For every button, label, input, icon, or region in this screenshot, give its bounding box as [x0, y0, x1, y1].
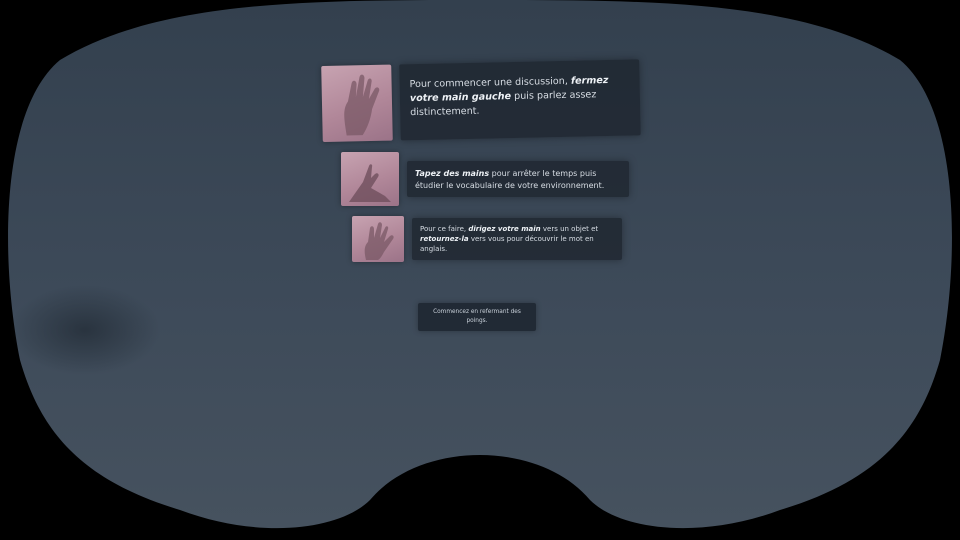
floor-shadow	[10, 285, 160, 375]
instruction-card-discover-word: Pour ce faire, dirigez votre main vers u…	[352, 216, 622, 262]
clapping-hands-icon	[341, 152, 399, 206]
instruction-emphasis: retournez-la	[420, 234, 469, 243]
instruction-emphasis: Tapez des mains	[415, 168, 490, 178]
start-button[interactable]: Commencez en refermant des poings.	[418, 303, 536, 331]
instruction-emphasis: dirigez votre main	[468, 224, 541, 233]
instruction-text-start-conversation: Pour commencer une discussion, fermez vo…	[399, 59, 641, 141]
instruction-text-pause-time: Tapez des mains pour arrêter le temps pu…	[407, 160, 629, 198]
raised-hand-icon	[321, 64, 393, 142]
pointing-hand-icon	[352, 216, 404, 262]
start-button-label: Commencez en refermant des poings.	[433, 309, 521, 324]
instruction-segment: vers un objet et	[540, 224, 599, 233]
instruction-card-start-conversation: Pour commencer une discussion, fermez vo…	[321, 59, 641, 142]
instruction-segment: Pour commencer une discussion,	[409, 75, 572, 91]
instruction-text-discover-word: Pour ce faire, dirigez votre main vers u…	[412, 217, 622, 261]
instruction-card-pause-time: Tapez des mains pour arrêter le temps pu…	[341, 152, 629, 206]
instruction-segment: Pour ce faire,	[420, 224, 469, 233]
